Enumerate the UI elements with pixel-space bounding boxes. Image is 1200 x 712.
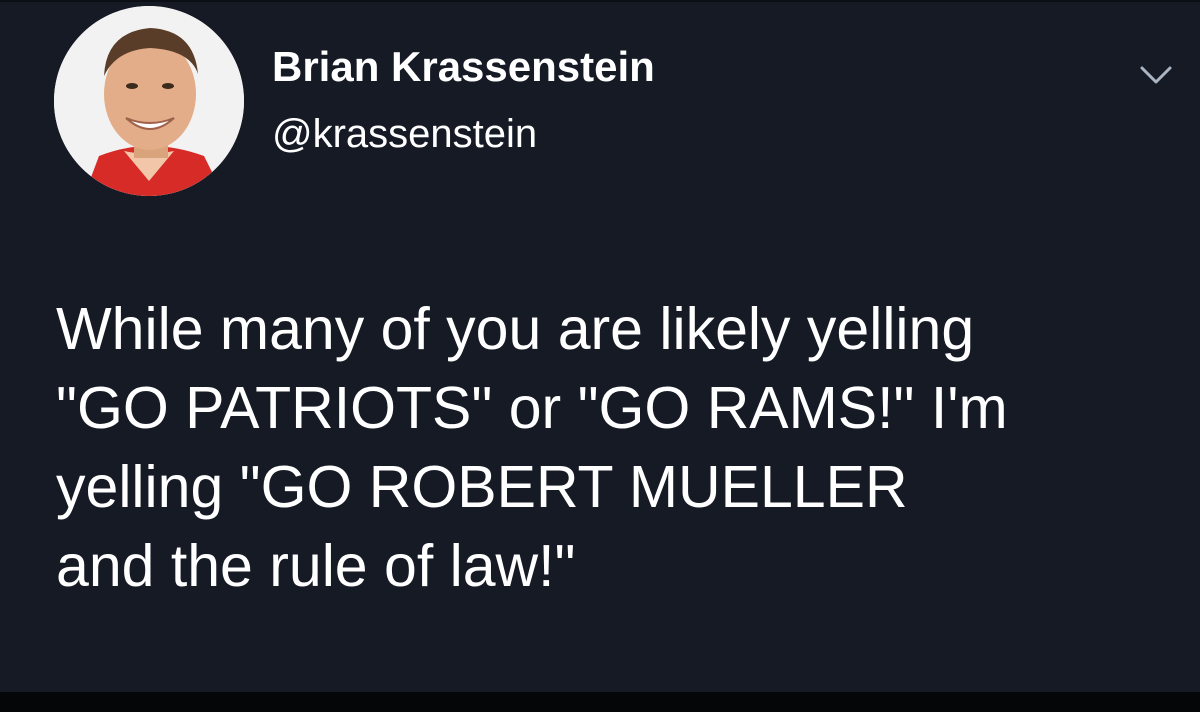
tweet-text-line: and the rule of law!" [56,533,576,599]
author-handle[interactable]: @krassenstein [272,110,537,158]
bottom-border [0,692,1200,712]
tweet-text-line: yelling "GO ROBERT MUELLER [56,454,908,520]
author-display-name[interactable]: Brian Krassenstein [272,42,655,92]
chevron-down-icon[interactable] [1138,62,1174,90]
tweet-text-line: "GO PATRIOTS" or "GO RAMS!" I'm [56,375,1008,441]
tweet-text-line: While many of you are likely yelling [56,296,975,362]
tweet-card: Brian Krassenstein @krassenstein While m… [0,0,1200,692]
avatar[interactable] [54,6,244,196]
tweet-text: While many of you are likely yelling "GO… [56,290,1176,606]
profile-photo-icon [54,6,244,196]
